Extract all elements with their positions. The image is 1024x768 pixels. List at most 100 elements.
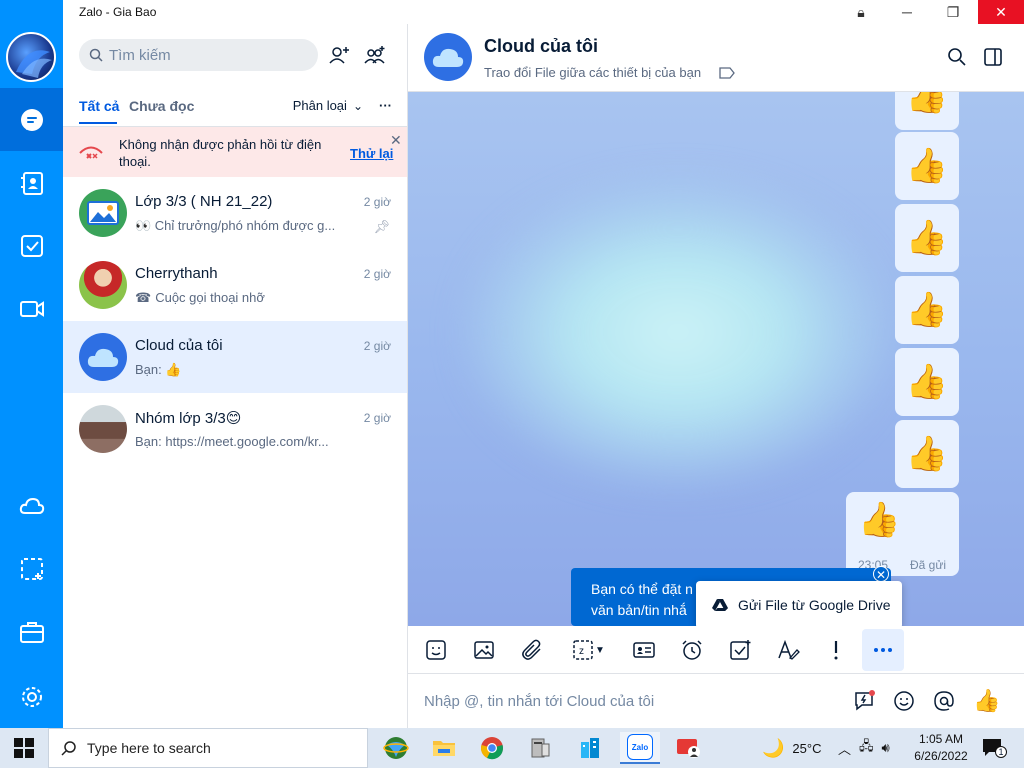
retry-link[interactable]: Thử lại [350,146,393,161]
filter-dropdown[interactable]: Phân loại ⌄ ··· [293,98,392,113]
restore-button[interactable]: ❐ [930,0,976,24]
more-options-button[interactable] [862,629,904,671]
important-message-button[interactable] [822,636,850,664]
message-bubble[interactable]: 👍 [895,276,959,344]
chat-subtitle-text: Trao đổi File giữa các thiết bị của bạn [484,65,702,80]
search-input[interactable]: Tìm kiếm [79,39,318,71]
chat-avatar[interactable] [424,33,472,81]
conversation-preview: Bạn: 👍 [135,362,182,377]
cloud-background [468,182,888,482]
globe-app-icon [383,737,409,759]
taskbar-app-explorer[interactable] [424,732,464,764]
lock-icon: 🔒︎ [857,3,865,20]
taskbar-app-recorder[interactable] [668,732,708,764]
message-bubble[interactable]: 👍 [895,204,959,272]
conversation-preview: 👀 Chỉ trưởng/phó nhóm được g... [135,218,336,233]
sticker-button[interactable] [422,636,450,664]
search-chat-button[interactable] [944,44,970,70]
message-bubble[interactable]: 👍 [895,420,959,488]
taskbar-app-globe[interactable] [376,732,416,764]
message-status: Đã gửi [910,558,947,572]
zalo-icon: Zalo [627,734,653,760]
conversation-item[interactable]: Cherrythanh ☎︎ Cuộc gọi thoại nhỡ 2 giờ [63,249,407,321]
taskbar-search[interactable]: Type here to search [48,728,368,768]
text-format-icon [778,639,800,660]
tooltip-close-button[interactable]: ✕ [873,566,889,582]
close-button[interactable]: ✕ [978,0,1024,24]
toggle-info-button[interactable] [980,44,1006,70]
sidebar-item-messages[interactable] [0,88,63,151]
sidebar-item-video[interactable] [0,277,63,340]
contact-card-button[interactable] [630,636,658,664]
taskbar-app-buildings[interactable] [570,732,610,764]
phone-disconnect-icon [79,146,103,159]
svg-text:z: z [579,646,584,657]
tab-unread[interactable]: Chưa đọc [129,98,194,114]
composer-toolbar: z ▼ [408,626,1024,674]
preview-text: Cuộc gọi thoại nhỡ [155,290,265,305]
contact-card-icon [633,642,655,658]
taskbar-clock[interactable]: 1:05 AM 6/26/2022 [912,731,970,765]
conversation-item[interactable]: Lớp 3/3 ( NH 21_22) 👀 Chỉ trưởng/phó nhó… [63,177,407,249]
conversation-item[interactable]: Nhóm lớp 3/3😊 Bạn: https://meet.google.c… [63,393,407,465]
quick-message-button[interactable] [851,688,877,714]
taskbar-app-chrome[interactable] [472,732,512,764]
message-composer[interactable]: Nhập @, tin nhắn tới Cloud của tôi 👍 [408,674,1024,728]
sidebar-item-settings[interactable] [0,665,63,728]
screenshot-button[interactable]: z ▼ [566,636,610,664]
sidebar-item-contacts[interactable] [0,151,63,214]
minimize-button[interactable]: ─ [884,0,930,24]
emoji-button[interactable] [891,688,917,714]
mention-button[interactable] [931,688,957,714]
chevron-up-icon[interactable]: ︿ [838,739,851,758]
tab-underline [79,122,117,124]
folder-icon [433,741,455,756]
message-bubble[interactable]: 👍 [895,132,959,200]
thumbs-up-icon: 👍 [905,219,949,257]
add-friend-button[interactable] [326,42,352,68]
chat-header: Cloud của tôi Trao đổi File giữa các thi… [408,24,1024,92]
paperclip-icon [522,639,541,660]
tag-icon[interactable] [719,66,735,79]
conversation-item[interactable]: Cloud của tôi Bạn: 👍 2 giờ [63,321,407,393]
message-area: 👍 👍 👍 👍 👍 👍 👍 23:05 Đã gửi Bạn có thể đặ… [408,92,1024,626]
assign-task-button[interactable] [726,636,754,664]
lock-button[interactable]: 🔒︎ [838,0,884,24]
google-drive-menu-item[interactable]: Gửi File từ Google Drive [696,581,902,629]
network-icon[interactable]: 🖧 [859,737,874,759]
message-bubble[interactable]: 👍 [895,92,959,130]
volume-icon[interactable]: 🔊︎ [882,740,890,756]
taskbar-app-device[interactable] [520,732,560,764]
conversation-preview: ☎︎ Cuộc gọi thoại nhỡ [135,290,350,306]
message-bubble[interactable]: 👍 [895,348,959,416]
dismiss-warning-button[interactable]: ✕ [390,132,402,149]
more-icon[interactable]: ··· [379,98,392,113]
create-group-button[interactable] [362,42,388,68]
chrome-icon [481,737,503,760]
search-icon [89,48,103,62]
sidebar-item-todo[interactable] [0,214,63,277]
send-like-button[interactable]: 👍 [973,688,1000,714]
contact-avatar [79,261,127,309]
attach-file-button[interactable] [518,636,546,664]
weather-widget[interactable]: 🌙 25°C [762,728,821,768]
search-placeholder: Tìm kiếm [109,46,171,64]
sidebar-item-screenshot[interactable] [0,537,63,600]
close-icon: ✕ [995,3,1007,20]
restore-icon: ❐ [946,3,960,20]
notification-center-button[interactable]: 1 [982,738,1007,758]
taskbar-app-zalo[interactable]: Zalo [620,732,660,764]
sidebar-item-cloud[interactable] [0,474,63,537]
format-text-button[interactable] [774,636,802,664]
image-button[interactable] [470,636,498,664]
reminder-button[interactable] [678,636,706,664]
user-avatar[interactable] [6,32,56,82]
tab-all[interactable]: Tất cả [79,98,119,114]
sidebar-item-toolbox[interactable] [0,600,63,663]
windows-start-icon[interactable] [14,738,34,758]
conversation-time: 2 giờ [363,267,391,281]
message-bubble-last[interactable]: 👍 23:05 Đã gửi [846,492,959,576]
briefcase-icon [19,621,44,643]
search-icon [948,48,966,66]
chat-subtitle: Trao đổi File giữa các thiết bị của bạn [484,65,735,80]
